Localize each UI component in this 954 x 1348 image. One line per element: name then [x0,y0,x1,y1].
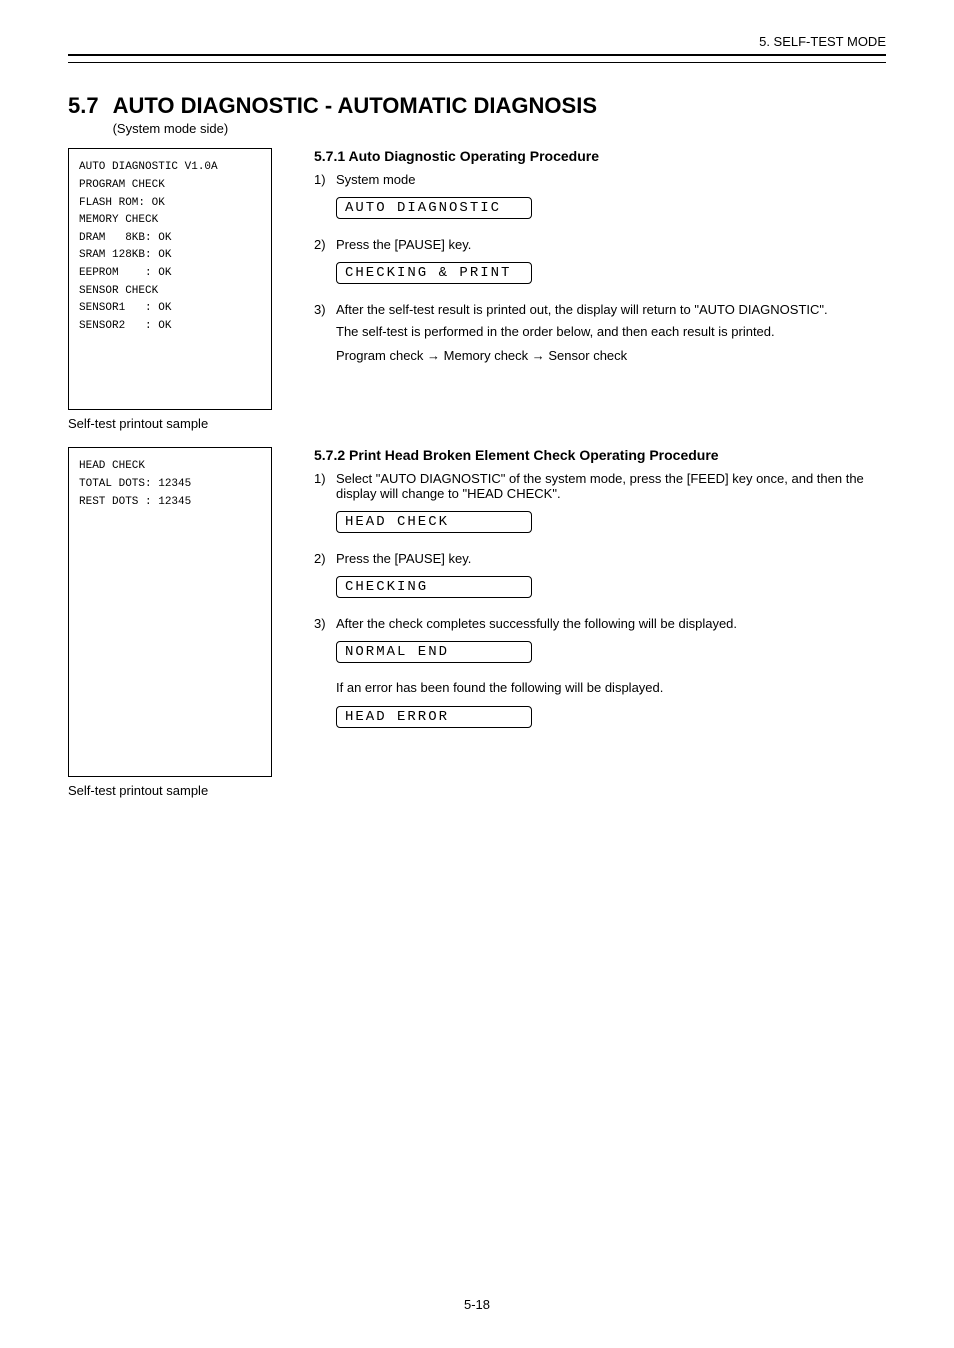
ad-step3-lcd-inline: AUTO DIAGNOSTIC [699,302,819,317]
right-column-2: 5.7.2 Print Head Broken Element Check Op… [288,447,886,798]
s1-l8: SENSOR CHECK [79,283,261,301]
hc-step1-num: 1) [314,471,336,535]
s1-l9: SENSOR1 : OK [79,300,261,318]
auto-diag-heading: 5.7.1 Auto Diagnostic Operating Procedur… [314,148,886,164]
s2-l2: TOTAL DOTS: 12345 [79,476,261,494]
sample1-label: Self-test printout sample [68,416,288,431]
hc-step2-text: Press the [PAUSE] key. [336,551,471,566]
section-number: 5.7 [68,93,99,119]
left-column-1: AUTO DIAGNOSTIC V1.0A PROGRAM CHECK FLAS… [68,148,288,431]
page-footer: 5-18 [0,1297,954,1312]
s1-l3: FLASH ROM: OK [79,195,261,213]
s1-l6: SRAM 128KB: OK [79,247,261,265]
left-column-2: HEAD CHECK TOTAL DOTS: 12345 REST DOTS :… [68,447,288,798]
ad-step1-label: System mode [336,172,415,187]
s1-l10: SENSOR2 : OK [79,318,261,336]
header-rule: 5. SELF-TEST MODE [68,54,886,56]
ad-step2-text: Press the [PAUSE] key. [336,237,471,252]
ad-step2-num: 2) [314,237,336,286]
s1-l2: PROGRAM CHECK [79,177,261,195]
section-title: AUTO DIAGNOSTIC - AUTOMATIC DIAGNOSIS [113,93,597,119]
ad-step3-text-b: ". [819,302,827,317]
head-check-heading: 5.7.2 Print Head Broken Element Check Op… [314,447,886,463]
ad-step1-num: 1) [314,172,336,221]
lcd-auto-diagnostic: AUTO DIAGNOSTIC [336,197,532,219]
lcd-head-error: HEAD ERROR [336,706,532,728]
section-header: 5.7 AUTO DIAGNOSTIC - AUTOMATIC DIAGNOSI… [68,93,886,136]
s1-l5: DRAM 8KB: OK [79,230,261,248]
s2-l0: HEAD CHECK [79,458,261,476]
s1-l4: MEMORY CHECK [79,212,261,230]
lcd-checking-print: CHECKING & PRINT [336,262,532,284]
ad-step3-text-a: After the self-test result is printed ou… [336,302,699,317]
s2-l3: REST DOTS : 12345 [79,494,261,512]
hc-step1-hc: HEAD CHECK [467,486,552,501]
hc-step3-num: 3) [314,616,336,729]
hc-step2-num: 2) [314,551,336,600]
header-right-text: 5. SELF-TEST MODE [759,34,886,49]
sample2-label: Self-test printout sample [68,783,288,798]
lcd-head-check: HEAD CHECK [336,511,532,533]
hc-step3-text: After the check completes successfully t… [336,616,737,631]
s1-l7: EEPROM : OK [79,265,261,283]
ad-order: Program check → Memory check → Sensor ch… [336,348,886,363]
sample-printout-box-1: AUTO DIAGNOSTIC V1.0A PROGRAM CHECK FLAS… [68,148,272,410]
ad-step3-num: 3) [314,302,336,362]
header-subrule [68,62,886,63]
hc-step1-a: Select " [336,471,380,486]
lcd-checking: CHECKING [336,576,532,598]
hc-step1-c: ". [552,486,560,501]
lcd-normal-end: NORMAL END [336,641,532,663]
hc-step3-extra: If an error has been found the following… [336,679,886,697]
sample-printout-box-2: HEAD CHECK TOTAL DOTS: 12345 REST DOTS :… [68,447,272,777]
section-subtitle: (System mode side) [113,121,597,136]
ad-note: The self-test is performed in the order … [336,323,886,341]
right-column-1: 5.7.1 Auto Diagnostic Operating Procedur… [288,148,886,431]
hc-step1-ad: AUTO DIAGNOSTIC [380,471,500,486]
s1-l0: AUTO DIAGNOSTIC V1.0A [79,159,261,177]
